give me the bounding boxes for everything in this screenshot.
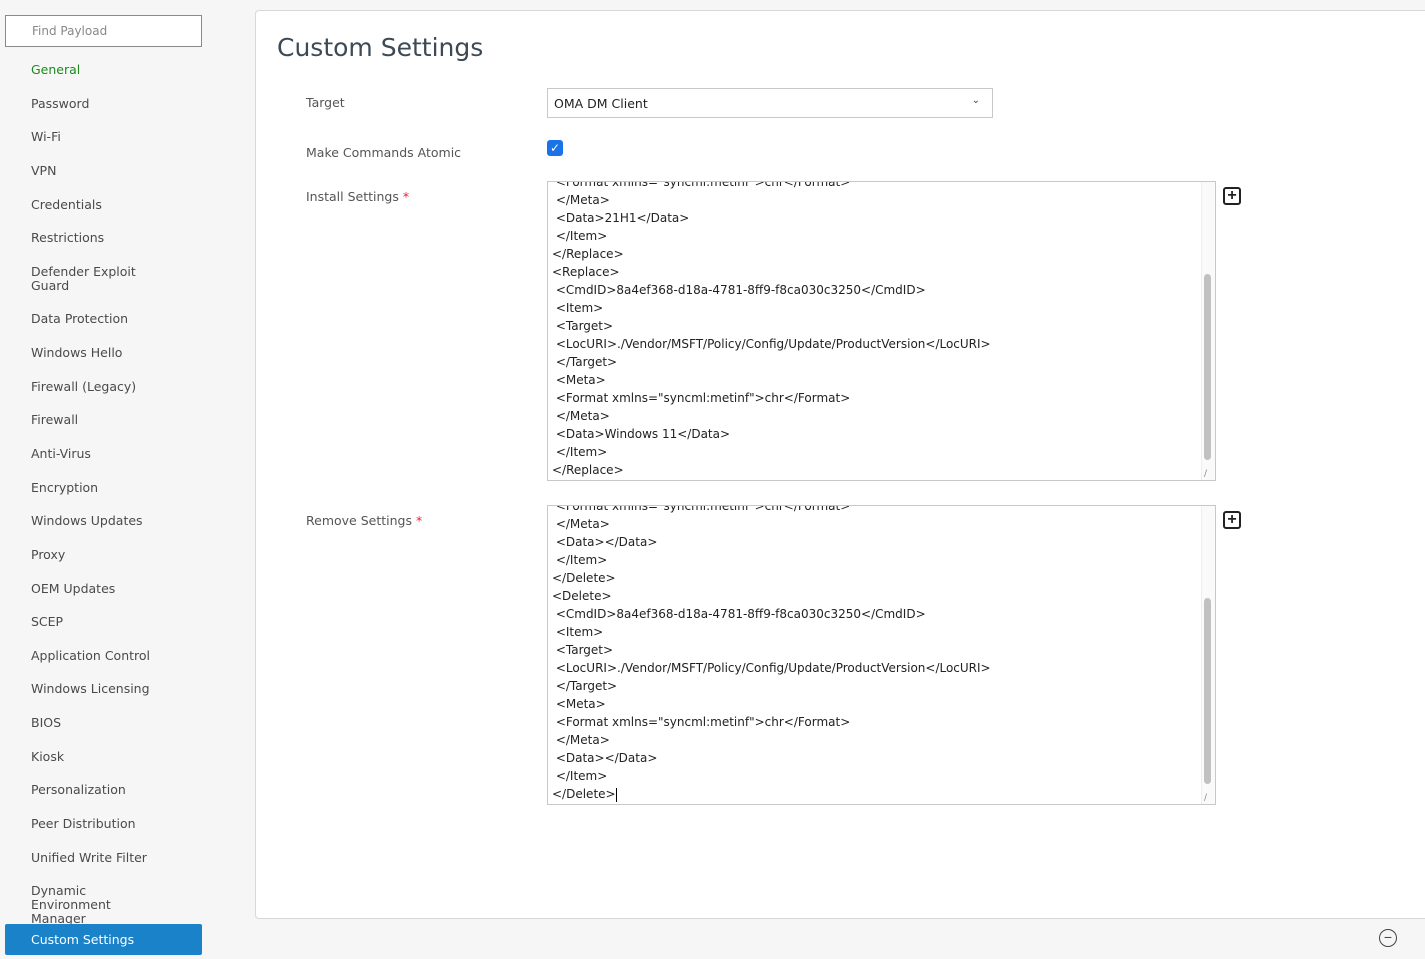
- code-line: <Data></Data>: [552, 751, 658, 765]
- code-line: <CmdID>8a4ef368-d18a-4781-8ff9-f8ca030c3…: [552, 283, 926, 297]
- find-payload-input[interactable]: Find Payload: [5, 15, 202, 47]
- page-title: Custom Settings: [277, 33, 484, 62]
- sidebar-item-bios[interactable]: BIOS: [5, 716, 202, 730]
- settings-panel: Custom Settings Target OMA DM Client ⌄ Ma…: [255, 10, 1425, 919]
- atomic-label: Make Commands Atomic: [306, 145, 462, 160]
- sidebar-item-proxy[interactable]: Proxy: [5, 548, 202, 562]
- code-line: <Target>: [552, 643, 614, 657]
- code-line: <Meta>: [552, 373, 606, 387]
- sidebar-item-windows-licensing[interactable]: Windows Licensing: [5, 682, 202, 696]
- sidebar-item-scep[interactable]: SCEP: [5, 615, 202, 629]
- code-line: <Data>Windows 11</Data>: [552, 427, 731, 441]
- sidebar-item-credentials[interactable]: Credentials: [5, 198, 202, 212]
- code-line: </Meta>: [552, 517, 610, 531]
- code-line: </Replace>: [552, 247, 624, 261]
- target-value: OMA DM Client: [554, 96, 648, 111]
- code-line: <Format xmlns="syncml:metinf">chr</Forma…: [552, 181, 851, 189]
- required-marker: *: [415, 513, 423, 528]
- sidebar-item-data-protection[interactable]: Data Protection: [5, 312, 202, 326]
- resize-handle[interactable]: ∕: [1204, 469, 1214, 479]
- code-line: </Target>: [552, 355, 618, 369]
- sidebar-item-application-control[interactable]: Application Control: [5, 649, 202, 663]
- scrollbar-thumb[interactable]: [1204, 598, 1211, 784]
- code-line: <Item>: [552, 301, 604, 315]
- sidebar-item-vpn[interactable]: VPN: [5, 164, 202, 178]
- sidebar-item-anti-virus[interactable]: Anti-Virus: [5, 447, 202, 461]
- code-line: <Target>: [552, 319, 614, 333]
- code-line: </Meta>: [552, 409, 610, 423]
- sidebar-item-encryption[interactable]: Encryption: [5, 481, 202, 495]
- sidebar-item-windows-updates[interactable]: Windows Updates: [5, 514, 202, 528]
- code-line: <Data>21H1</Data>: [552, 211, 690, 225]
- code-line: <Item>: [552, 625, 604, 639]
- code-line: </Replace>: [552, 463, 624, 477]
- scrollbar[interactable]: [1201, 182, 1215, 480]
- sidebar-item-kiosk[interactable]: Kiosk: [5, 750, 202, 764]
- code-line: <Delete>: [552, 589, 612, 603]
- sidebar-item-peer-distribution[interactable]: Peer Distribution: [5, 817, 202, 831]
- code-line: </Delete>: [552, 571, 616, 585]
- code-line: </Item>: [552, 229, 608, 243]
- sidebar-item-wi-fi[interactable]: Wi-Fi: [5, 130, 202, 144]
- sidebar-item-windows-hello[interactable]: Windows Hello: [5, 346, 202, 360]
- sidebar-item-defender-exploit-guard[interactable]: Defender Exploit Guard: [5, 265, 165, 293]
- sidebar-item-firewall-legacy[interactable]: Firewall (Legacy): [5, 380, 202, 394]
- sidebar-item-restrictions[interactable]: Restrictions: [5, 231, 202, 245]
- code-line: </Item>: [552, 769, 608, 783]
- remove-settings-textarea[interactable]: <Format xmlns="syncml:metinf">chr</Forma…: [547, 505, 1216, 805]
- code-line: <Replace>: [552, 265, 620, 279]
- collapse-minus-icon[interactable]: −: [1379, 929, 1397, 947]
- atomic-checkbox[interactable]: ✓: [547, 140, 563, 156]
- sidebar-item-dynamic-environment-manager[interactable]: Dynamic Environment Manager: [5, 884, 165, 926]
- sidebar-item-password[interactable]: Password: [5, 97, 202, 111]
- required-marker: *: [402, 189, 410, 204]
- text-caret: [615, 787, 617, 802]
- code-line: </Target>: [552, 679, 618, 693]
- code-line: <LocURI>./Vendor/MSFT/Policy/Config/Upda…: [552, 337, 991, 351]
- code-line: </Item>: [552, 445, 608, 459]
- code-line: </Meta>: [552, 733, 610, 747]
- code-line: </Item>: [552, 553, 608, 567]
- code-line: <Format xmlns="syncml:metinf">chr</Forma…: [552, 505, 851, 513]
- sidebar-item-oem-updates[interactable]: OEM Updates: [5, 582, 202, 596]
- scrollbar[interactable]: [1201, 506, 1215, 804]
- code-line: <Format xmlns="syncml:metinf">chr</Forma…: [552, 391, 851, 405]
- chevron-down-icon: ⌄: [971, 95, 980, 106]
- code-line: </Delete>: [552, 787, 617, 802]
- code-line: <CmdID>8a4ef368-d18a-4781-8ff9-f8ca030c3…: [552, 607, 926, 621]
- install-settings-textarea[interactable]: <Format xmlns="syncml:metinf">chr</Forma…: [547, 181, 1216, 481]
- add-install-icon[interactable]: +: [1223, 187, 1241, 205]
- code-line: <Format xmlns="syncml:metinf">chr</Forma…: [552, 715, 851, 729]
- target-select[interactable]: OMA DM Client ⌄: [547, 88, 993, 118]
- sidebar-item-custom-settings[interactable]: Custom Settings: [5, 924, 202, 955]
- remove-settings-label: Remove Settings *: [306, 513, 423, 528]
- sidebar-item-personalization[interactable]: Personalization: [5, 783, 202, 797]
- code-line: </Meta>: [552, 193, 610, 207]
- code-line: <Meta>: [552, 697, 606, 711]
- scrollbar-thumb[interactable]: [1204, 274, 1211, 460]
- sidebar-item-general[interactable]: General: [5, 63, 202, 77]
- resize-handle[interactable]: ∕: [1204, 793, 1214, 803]
- install-settings-label: Install Settings *: [306, 189, 410, 204]
- code-line: <LocURI>./Vendor/MSFT/Policy/Config/Upda…: [552, 661, 991, 675]
- sidebar-item-firewall[interactable]: Firewall: [5, 413, 202, 427]
- target-label: Target: [306, 95, 345, 110]
- add-remove-icon[interactable]: +: [1223, 511, 1241, 529]
- sidebar-item-unified-write-filter[interactable]: Unified Write Filter: [5, 851, 202, 865]
- code-line: <Data></Data>: [552, 535, 658, 549]
